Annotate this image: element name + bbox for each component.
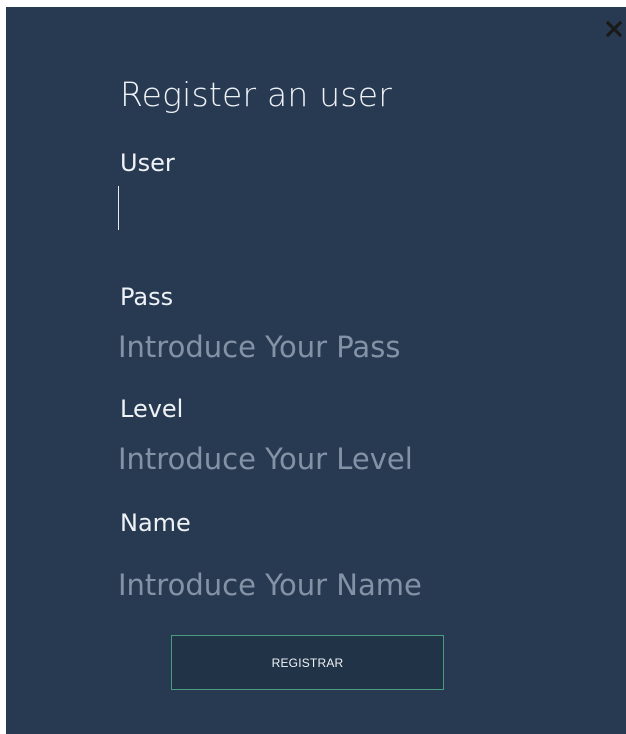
name-label: Name (120, 509, 191, 537)
register-button[interactable]: REGISTRAR (171, 635, 444, 690)
level-label: Level (120, 395, 184, 423)
pass-label: Pass (120, 283, 174, 311)
dialog-title: Register an user (120, 75, 393, 114)
pass-input[interactable] (118, 325, 518, 369)
text-caret (118, 186, 119, 230)
name-input[interactable] (118, 563, 518, 607)
user-label: User (120, 149, 175, 177)
close-icon[interactable] (604, 19, 624, 39)
register-dialog: Register an user User Pass Level Name RE… (6, 7, 626, 734)
user-input[interactable] (118, 186, 518, 230)
level-input[interactable] (118, 437, 518, 481)
